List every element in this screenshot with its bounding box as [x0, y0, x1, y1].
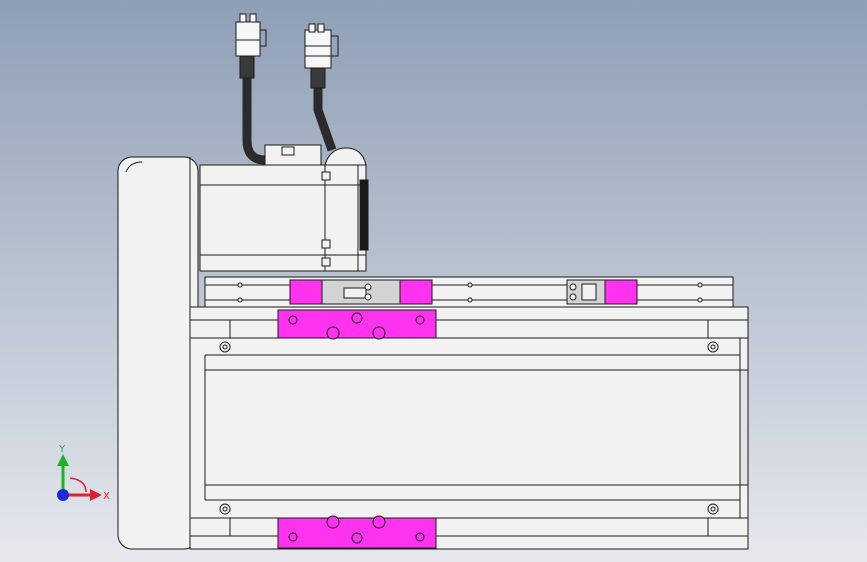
carriage-plate-bottom	[277, 515, 437, 549]
y-axis-label: Y	[58, 444, 66, 455]
motor-end-cover	[117, 156, 199, 550]
top-rail	[204, 276, 734, 308]
z-axis-dot	[57, 489, 69, 501]
cad-viewport[interactable]: Y X	[0, 0, 867, 562]
carriage-plate-top	[277, 309, 437, 340]
actuator-body	[189, 306, 749, 550]
cad-drawing: Y X	[0, 0, 867, 562]
x-axis-label: X	[103, 491, 110, 502]
